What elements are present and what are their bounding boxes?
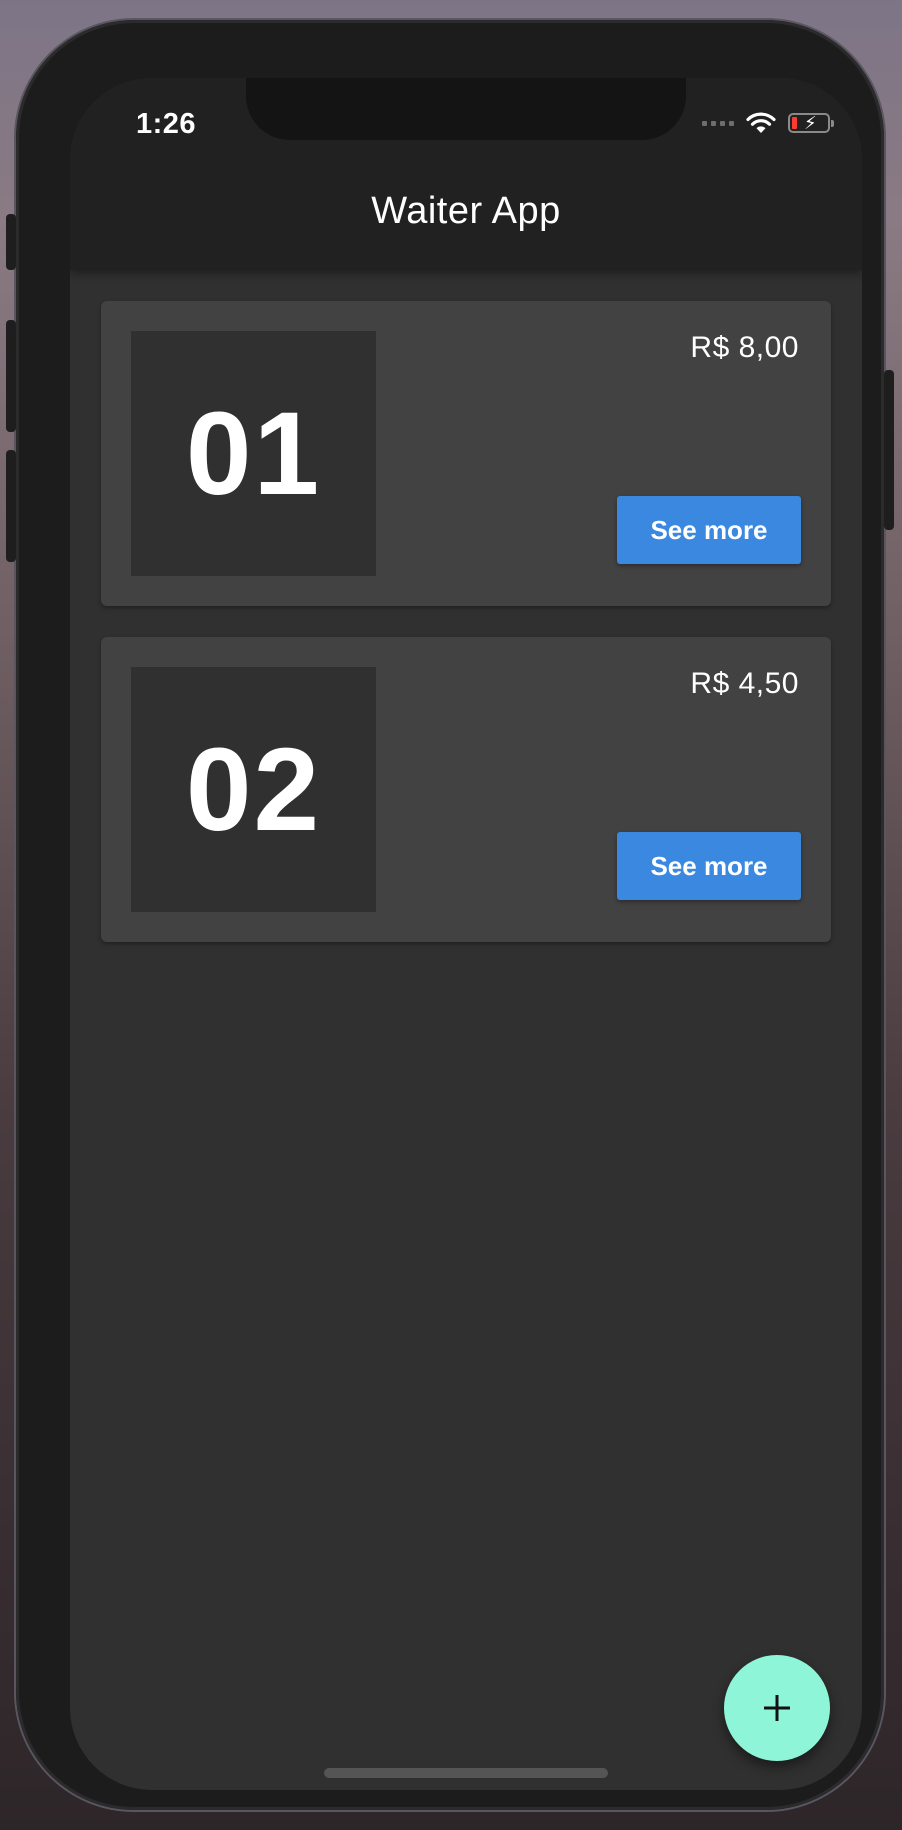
- orders-list: 01 R$ 8,00 See more 02 R$ 4,50 See more: [101, 301, 831, 973]
- volume-up-button: [6, 320, 16, 432]
- table-number: 02: [131, 667, 376, 912]
- volume-down-button: [6, 450, 16, 562]
- wifi-icon: [746, 112, 776, 133]
- signal-dots-icon: [702, 120, 734, 126]
- order-card: 01 R$ 8,00 See more: [101, 301, 831, 606]
- order-card: 02 R$ 4,50 See more: [101, 637, 831, 942]
- table-number: 01: [131, 331, 376, 576]
- order-price: R$ 4,50: [690, 667, 799, 700]
- order-price: R$ 8,00: [690, 331, 799, 364]
- phone-frame: 1:26 ⚡ Waiter App 01 R$ 8,00 See more 02…: [6, 20, 894, 1810]
- see-more-button[interactable]: See more: [617, 496, 801, 564]
- add-order-button[interactable]: [724, 1655, 830, 1761]
- battery-charging-icon: ⚡: [788, 113, 834, 133]
- status-time: 1:26: [136, 108, 197, 140]
- notch: [246, 78, 686, 140]
- home-indicator: [324, 1768, 608, 1778]
- silent-switch: [6, 214, 16, 270]
- power-button: [884, 370, 894, 530]
- app-title: Waiter App: [371, 190, 561, 232]
- screen: 1:26 ⚡ Waiter App 01 R$ 8,00 See more 02…: [70, 78, 862, 1790]
- status-icons: ⚡: [702, 112, 834, 134]
- plus-icon: [764, 1695, 790, 1721]
- see-more-button[interactable]: See more: [617, 832, 801, 900]
